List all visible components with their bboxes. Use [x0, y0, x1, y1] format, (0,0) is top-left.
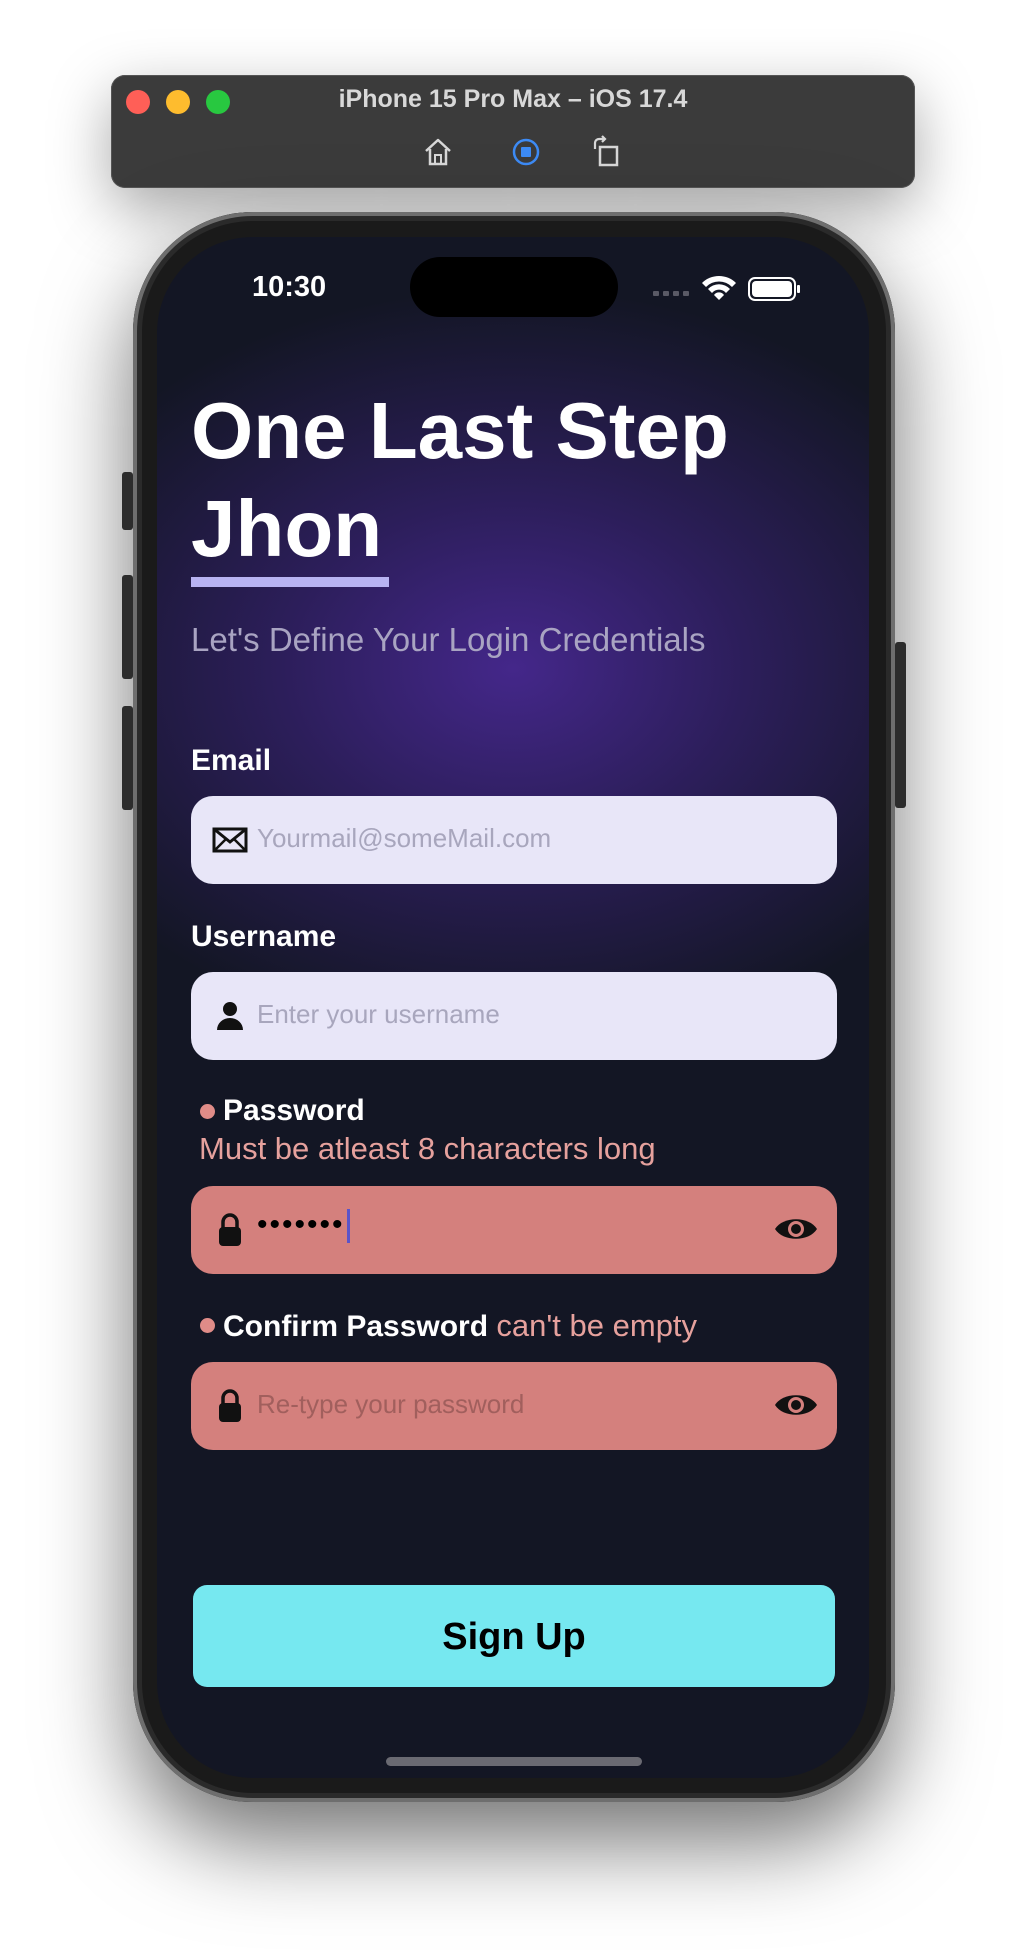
- home-icon[interactable]: [421, 135, 455, 169]
- rotate-icon[interactable]: [589, 135, 623, 169]
- status-icons: [649, 273, 809, 308]
- cellular-signal-icon: [653, 291, 689, 296]
- password-field[interactable]: •••••••: [191, 1186, 837, 1274]
- confirm-password-error-bullet: [200, 1318, 215, 1333]
- title-line-1: One Last Step: [191, 386, 729, 475]
- home-indicator[interactable]: [386, 1757, 642, 1766]
- sign-up-button[interactable]: Sign Up: [193, 1585, 835, 1687]
- username-field[interactable]: [191, 972, 837, 1060]
- username-label: Username: [191, 920, 337, 953]
- simulator-title: iPhone 15 Pro Max – iOS 17.4: [338, 85, 688, 113]
- record-icon[interactable]: [509, 135, 543, 169]
- action-button[interactable]: [122, 472, 133, 530]
- volume-up-button[interactable]: [122, 575, 133, 679]
- lock-icon: [211, 1210, 249, 1250]
- eye-icon[interactable]: [773, 1212, 819, 1246]
- email-label: Email: [191, 744, 272, 777]
- password-error-bullet: [200, 1104, 215, 1119]
- power-button[interactable]: [895, 642, 906, 808]
- lock-icon: [211, 1386, 249, 1426]
- wifi-icon: [702, 275, 736, 300]
- status-time: 10:30: [252, 271, 327, 303]
- page-title: One Last Step Jhon: [191, 382, 729, 578]
- title-underline: [191, 577, 389, 587]
- confirm-password-label-row: Confirm Password can't be empty: [223, 1308, 697, 1344]
- text-cursor: [346, 1209, 350, 1244]
- confirm-password-field[interactable]: [191, 1362, 837, 1450]
- confirm-password-error-text: can't be empty: [496, 1308, 698, 1343]
- confirm-password-input[interactable]: [257, 1389, 737, 1420]
- title-line-2: Jhon: [191, 484, 383, 573]
- page-subtitle: Let's Define Your Login Credentials: [191, 621, 706, 658]
- confirm-password-label: Confirm Password: [223, 1310, 489, 1343]
- eye-icon[interactable]: [773, 1388, 819, 1422]
- app-screen: 10:30 One Last Step Jhon Let's Define Yo…: [157, 237, 869, 1778]
- email-field[interactable]: [191, 796, 837, 884]
- email-input[interactable]: [257, 823, 737, 854]
- username-input[interactable]: [257, 999, 737, 1030]
- password-error-text: Must be atleast 8 characters long: [199, 1131, 656, 1166]
- envelope-icon: [211, 820, 249, 860]
- person-icon: [211, 996, 249, 1036]
- battery-icon: [748, 277, 800, 301]
- password-label: Password: [223, 1094, 365, 1127]
- dynamic-island: [410, 257, 618, 317]
- password-input[interactable]: •••••••: [257, 1208, 350, 1244]
- volume-down-button[interactable]: [122, 706, 133, 810]
